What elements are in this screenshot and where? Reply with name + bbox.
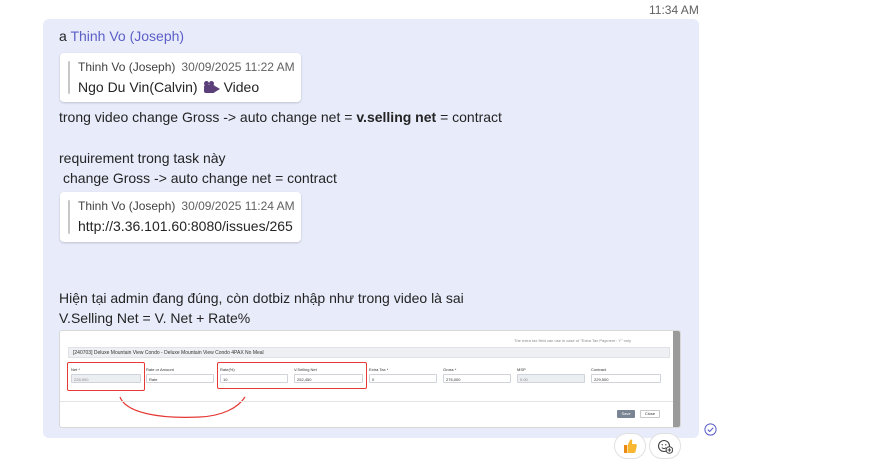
message-line-2: requirement trong task này bbox=[59, 150, 226, 166]
quoted-message-1[interactable]: Thinh Vo (Joseph) 30/09/2025 11:22 AM Ngo… bbox=[60, 53, 301, 102]
embedded-screenshot[interactable]: The extra tax field can use in case of "… bbox=[60, 331, 680, 427]
screenshot-divider bbox=[60, 401, 673, 402]
quote-time: 30/09/2025 11:22 AM bbox=[181, 60, 295, 74]
screenshot-scrollbar[interactable] bbox=[673, 331, 680, 427]
quote-author: Thinh Vo (Joseph) bbox=[78, 199, 176, 213]
video-camera-icon bbox=[203, 81, 220, 93]
mention-link[interactable]: Thinh Vo (Joseph) bbox=[70, 28, 184, 44]
mention-line: a Thinh Vo (Joseph) bbox=[59, 28, 184, 44]
screenshot-save-button[interactable]: Save bbox=[617, 410, 635, 418]
message-timestamp: 11:34 AM bbox=[649, 3, 699, 17]
message-line-3: change Gross -> auto change net = contra… bbox=[63, 170, 337, 186]
message-line-4: Hiện tại admin đang đúng, còn dotbiz nhậ… bbox=[59, 290, 464, 306]
mention-prefix: a bbox=[59, 28, 67, 44]
quote-text: Ngo Du Vin(Calvin) bbox=[78, 79, 198, 95]
sent-check-icon bbox=[704, 423, 717, 436]
like-emoji-icon bbox=[624, 439, 637, 453]
quote-author: Thinh Vo (Joseph) bbox=[78, 60, 176, 74]
quote-time: 30/09/2025 11:24 AM bbox=[181, 199, 295, 213]
reaction-like[interactable] bbox=[614, 433, 646, 459]
video-attachment-label: Video bbox=[223, 79, 260, 95]
quoted-message-2[interactable]: Thinh Vo (Joseph) 30/09/2025 11:24 AM htt… bbox=[60, 192, 301, 242]
message-line-1: trong video change Gross -> auto change … bbox=[59, 109, 502, 125]
bold-text: v.selling net bbox=[356, 109, 437, 125]
red-underline-annotation bbox=[119, 396, 246, 418]
screenshot-close-button[interactable]: Close bbox=[640, 410, 660, 418]
message-bubble[interactable]: a Thinh Vo (Joseph) Thinh Vo (Joseph) 30/… bbox=[43, 19, 699, 438]
reaction-add[interactable] bbox=[649, 433, 681, 459]
add-reaction-icon bbox=[657, 439, 673, 454]
message-line-5: V.Selling Net = V. Net + Rate% bbox=[59, 310, 251, 326]
quote-link[interactable]: http://3.36.101.60:8080/issues/265 bbox=[78, 218, 293, 234]
